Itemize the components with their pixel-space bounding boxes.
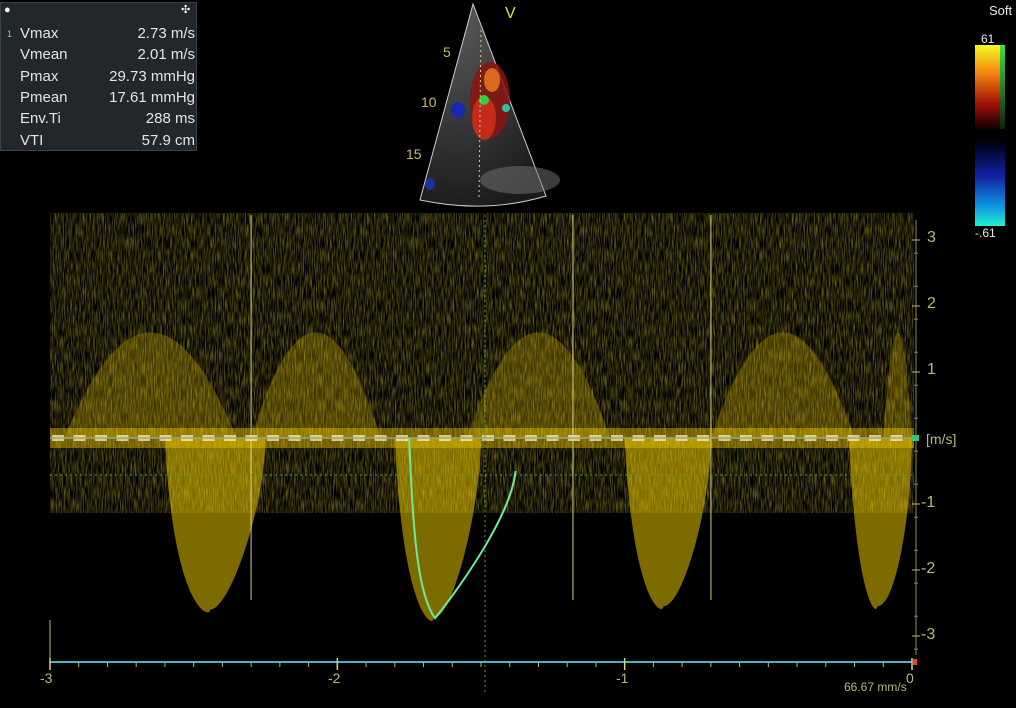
depth-label-5: 5 [443,44,451,60]
velocity-tick-neg2: -2 [921,560,936,577]
velocity-unit: [m/s] [926,431,957,447]
measurement-row[interactable]: VTI 57.9 cm [1,132,198,153]
color-map-preset[interactable]: Soft [989,3,1012,18]
color-scale-top-value: 61 [981,32,995,46]
measurement-value: 17.61 mmHg [109,88,195,106]
measurement-label: Env.Ti [20,110,61,128]
measurement-value: 57.9 cm [141,131,195,149]
measurement-row[interactable]: Vmax 2.73 m/s [1,25,198,46]
measurement-value: 29.73 mmHg [109,67,195,85]
measurement-value: 288 ms [145,110,195,128]
measurement-value: 2.01 m/s [137,46,195,64]
velocity-tick-2: 2 [927,295,936,312]
measurement-value: 2.73 m/s [137,25,195,42]
velocity-tick-1: 1 [927,361,936,378]
measurement-index: 1 [7,29,13,39]
measurement-label: Pmax [20,67,59,85]
measurement-row[interactable]: Env.Ti 288 ms [1,110,198,131]
color-velocity-scale [975,45,1005,226]
depth-label-15: 15 [406,146,422,162]
measurement-label: Pmean [20,88,68,106]
measurement-label: Vmean [20,46,68,64]
echo-sector-image [419,2,560,207]
panel-header: ● ✣ [1,3,196,19]
measurement-label: VTI [20,131,44,149]
velocity-tick-neg3: -3 [921,626,936,643]
measurement-panel: ● ✣ Vmax 2.73 m/s Vmean 2.01 m/s Pmax 29.73 m… [0,2,197,151]
sweep-speed: 66.67 mm/s [844,680,907,694]
time-tick-0: 0 [906,670,914,686]
velocity-tick-3: 3 [927,229,936,246]
measurement-row[interactable]: Pmax 29.73 mmHg [1,68,198,89]
move-icon[interactable]: ✣ [181,3,190,16]
depth-label-10: 10 [421,94,437,110]
velocity-tick-neg1: -1 [921,494,936,511]
measurement-row[interactable]: Vmean 2.01 m/s [1,46,198,67]
ultrasound-screen: ● ✣ Vmax 2.73 m/s Vmean 2.01 m/s Pmax 29.73 m… [0,0,1016,708]
color-scale-bottom-value: -.61 [975,226,996,240]
collapse-icon[interactable]: ● [4,4,11,16]
time-tick-neg3: -3 [40,670,53,686]
measurement-label: Vmax [20,25,59,42]
measurement-row[interactable]: Pmean 17.61 mmHg [1,89,198,110]
view-marker: V [505,5,516,22]
time-tick-neg2: -2 [328,670,341,686]
time-tick-neg1: -1 [616,670,629,686]
